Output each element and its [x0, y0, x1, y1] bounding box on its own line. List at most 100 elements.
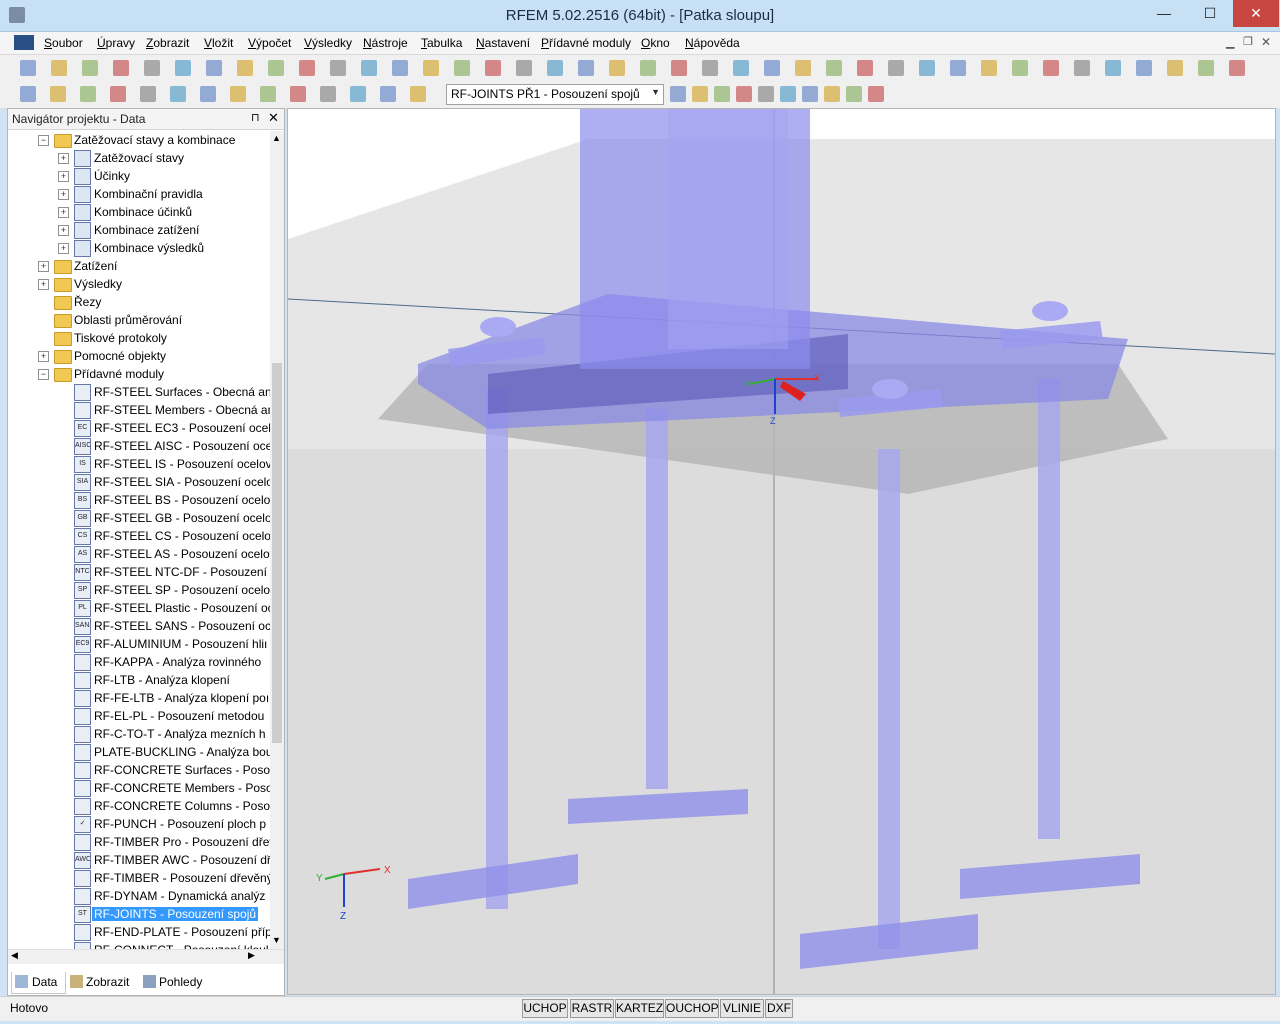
- tree-item-module[interactable]: GB RF-STEEL GB - Posouzení ocelov: [8, 509, 270, 527]
- toolbar-tool-icon[interactable]: [640, 60, 656, 76]
- scroll-right-icon[interactable]: ▶: [248, 950, 255, 961]
- toolbar-tool-icon[interactable]: [802, 86, 818, 102]
- toolbar-tool-icon[interactable]: [826, 60, 842, 76]
- tree-item[interactable]: Oblasti průměrování: [8, 311, 270, 329]
- collapse-icon[interactable]: −: [38, 369, 49, 380]
- toolbar-tool-icon[interactable]: [82, 60, 98, 76]
- tree-item[interactable]: + Kombinace výsledků: [8, 239, 270, 257]
- toolbar-tool-icon[interactable]: [140, 86, 156, 102]
- tree-item-module[interactable]: RF-STEEL Members - Obecná an: [8, 401, 270, 419]
- toolbar-tool-icon[interactable]: [857, 60, 873, 76]
- toolbar-tool-icon[interactable]: [299, 60, 315, 76]
- guideline-toggle[interactable]: VLINIE: [720, 999, 764, 1018]
- toolbar-tool-icon[interactable]: [516, 60, 532, 76]
- tree-item[interactable]: − Přídavné moduly: [8, 365, 270, 383]
- toolbar-tool-icon[interactable]: [736, 86, 752, 102]
- navigator-vertical-scrollbar[interactable]: ▲ ▼: [270, 131, 284, 949]
- toolbar-tool-icon[interactable]: [671, 60, 687, 76]
- toolbar-tool-icon[interactable]: [981, 60, 997, 76]
- grid-toggle[interactable]: RASTR: [570, 999, 614, 1018]
- menu-nastaveni[interactable]: Nastavení: [476, 36, 530, 50]
- toolbar-tool-icon[interactable]: [692, 86, 708, 102]
- menu-zobrazit[interactable]: Zobrazit: [146, 36, 189, 50]
- toolbar-tool-icon[interactable]: [714, 86, 730, 102]
- tree-item-module[interactable]: ✓ RF-PUNCH - Posouzení ploch p: [8, 815, 270, 833]
- tree-item-module[interactable]: RF-TIMBER Pro - Posouzení dřev: [8, 833, 270, 851]
- expand-icon[interactable]: +: [38, 351, 49, 362]
- menu-tabulka[interactable]: Tabulka: [421, 36, 462, 50]
- tree-item[interactable]: Tiskové protokoly: [8, 329, 270, 347]
- menu-nastroje[interactable]: Nástroje: [363, 36, 408, 50]
- pin-icon[interactable]: ⊓: [251, 111, 260, 124]
- tree-item-module[interactable]: RF-TIMBER - Posouzení dřevěný: [8, 869, 270, 887]
- toolbar-tool-icon[interactable]: [392, 60, 408, 76]
- toolbar-tool-icon[interactable]: [113, 60, 129, 76]
- toolbar-tool-icon[interactable]: [230, 86, 246, 102]
- tree-item-module[interactable]: CS RF-STEEL CS - Posouzení ocelov: [8, 527, 270, 545]
- toolbar-tool-icon[interactable]: [702, 60, 718, 76]
- toolbar-tool-icon[interactable]: [110, 86, 126, 102]
- toolbar-tool-icon[interactable]: [20, 60, 36, 76]
- expand-icon[interactable]: +: [58, 171, 69, 182]
- toolbar-tool-icon[interactable]: [80, 86, 96, 102]
- tree-item-module[interactable]: RF-CONCRETE Members - Poso: [8, 779, 270, 797]
- tree-item-module[interactable]: RF-EL-PL - Posouzení metodou: [8, 707, 270, 725]
- expand-icon[interactable]: +: [58, 243, 69, 254]
- toolbar-tool-icon[interactable]: [206, 60, 222, 76]
- toolbar-tool-icon[interactable]: [670, 86, 686, 102]
- tree-item-module[interactable]: EC9 RF-ALUMINIUM - Posouzení hliı: [8, 635, 270, 653]
- cartesian-toggle[interactable]: KARTEZ: [615, 999, 664, 1018]
- tree-item-module[interactable]: SIA RF-STEEL SIA - Posouzení ocelo: [8, 473, 270, 491]
- tree-item-module[interactable]: AWC RF-TIMBER AWC - Posouzení dř: [8, 851, 270, 869]
- tree-item-module[interactable]: ST RF-JOINTS - Posouzení spojů: [8, 905, 270, 923]
- toolbar-tool-icon[interactable]: [175, 60, 191, 76]
- mdi-minimize-button[interactable]: ▁: [1226, 36, 1234, 49]
- toolbar-tool-icon[interactable]: [200, 86, 216, 102]
- toolbar-tool-icon[interactable]: [846, 86, 862, 102]
- expand-icon[interactable]: +: [58, 225, 69, 236]
- toolbar-tool-icon[interactable]: [144, 60, 160, 76]
- model-viewport[interactable]: X Y Z X Y Z: [287, 108, 1276, 995]
- tree-item-module[interactable]: NTC RF-STEEL NTC-DF - Posouzení c: [8, 563, 270, 581]
- toolbar-tool-icon[interactable]: [380, 86, 396, 102]
- menu-upravy[interactable]: Úpravy: [97, 36, 135, 50]
- tree-item-module[interactable]: SANSRF-STEEL SANS - Posouzení oce: [8, 617, 270, 635]
- toolbar-tool-icon[interactable]: [237, 60, 253, 76]
- document-menu-icon[interactable]: [14, 35, 34, 50]
- navigator-close-button[interactable]: ✕: [268, 110, 279, 126]
- toolbar-tool-icon[interactable]: [888, 60, 904, 76]
- menu-vysledky[interactable]: Výsledky: [304, 36, 352, 50]
- toolbar-tool-icon[interactable]: [1229, 60, 1245, 76]
- mdi-close-button[interactable]: ✕: [1261, 35, 1271, 49]
- tree-item-module[interactable]: RF-CONNECT - Posouzení klouł: [8, 941, 270, 949]
- toolbar-tool-icon[interactable]: [1167, 60, 1183, 76]
- toolbar-tool-icon[interactable]: [423, 60, 439, 76]
- toolbar-tool-icon[interactable]: [950, 60, 966, 76]
- tree-item-module[interactable]: SP RF-STEEL SP - Posouzení ocelov: [8, 581, 270, 599]
- tree-item-module[interactable]: BS RF-STEEL BS - Posouzení ocelov: [8, 491, 270, 509]
- scroll-up-icon[interactable]: ▲: [272, 133, 281, 143]
- toolbar-tool-icon[interactable]: [824, 86, 840, 102]
- tree-item[interactable]: Řezy: [8, 293, 270, 311]
- tree-item-module[interactable]: AISC RF-STEEL AISC - Posouzení ocel: [8, 437, 270, 455]
- expand-icon[interactable]: +: [38, 261, 49, 272]
- dxf-toggle[interactable]: DXF: [765, 999, 793, 1018]
- toolbar-tool-icon[interactable]: [350, 86, 366, 102]
- menu-soubor[interactable]: Soubor: [44, 36, 83, 50]
- toolbar-tool-icon[interactable]: [758, 86, 774, 102]
- toolbar-tool-icon[interactable]: [1043, 60, 1059, 76]
- tree-item[interactable]: + Kombinace zatížení: [8, 221, 270, 239]
- toolbar-tool-icon[interactable]: [20, 86, 36, 102]
- menu-napoveda[interactable]: Nápověda: [685, 36, 740, 50]
- maximize-button[interactable]: ☐: [1187, 0, 1233, 27]
- toolbar-tool-icon[interactable]: [330, 60, 346, 76]
- navigator-horizontal-scrollbar[interactable]: ◀ ▶: [8, 949, 284, 964]
- toolbar-tool-icon[interactable]: [1012, 60, 1028, 76]
- tree-item-module[interactable]: AS RF-STEEL AS - Posouzení ocelov: [8, 545, 270, 563]
- tree-item[interactable]: − Zatěžovací stavy a kombinace: [8, 131, 270, 149]
- object-snap-toggle[interactable]: OUCHOP: [665, 999, 719, 1018]
- minimize-button[interactable]: —: [1141, 0, 1187, 27]
- tree-item-module[interactable]: RF-DYNAM - Dynamická analýz: [8, 887, 270, 905]
- tree-item-module[interactable]: PL RF-STEEL Plastic - Posouzení oc: [8, 599, 270, 617]
- toolbar-tool-icon[interactable]: [1105, 60, 1121, 76]
